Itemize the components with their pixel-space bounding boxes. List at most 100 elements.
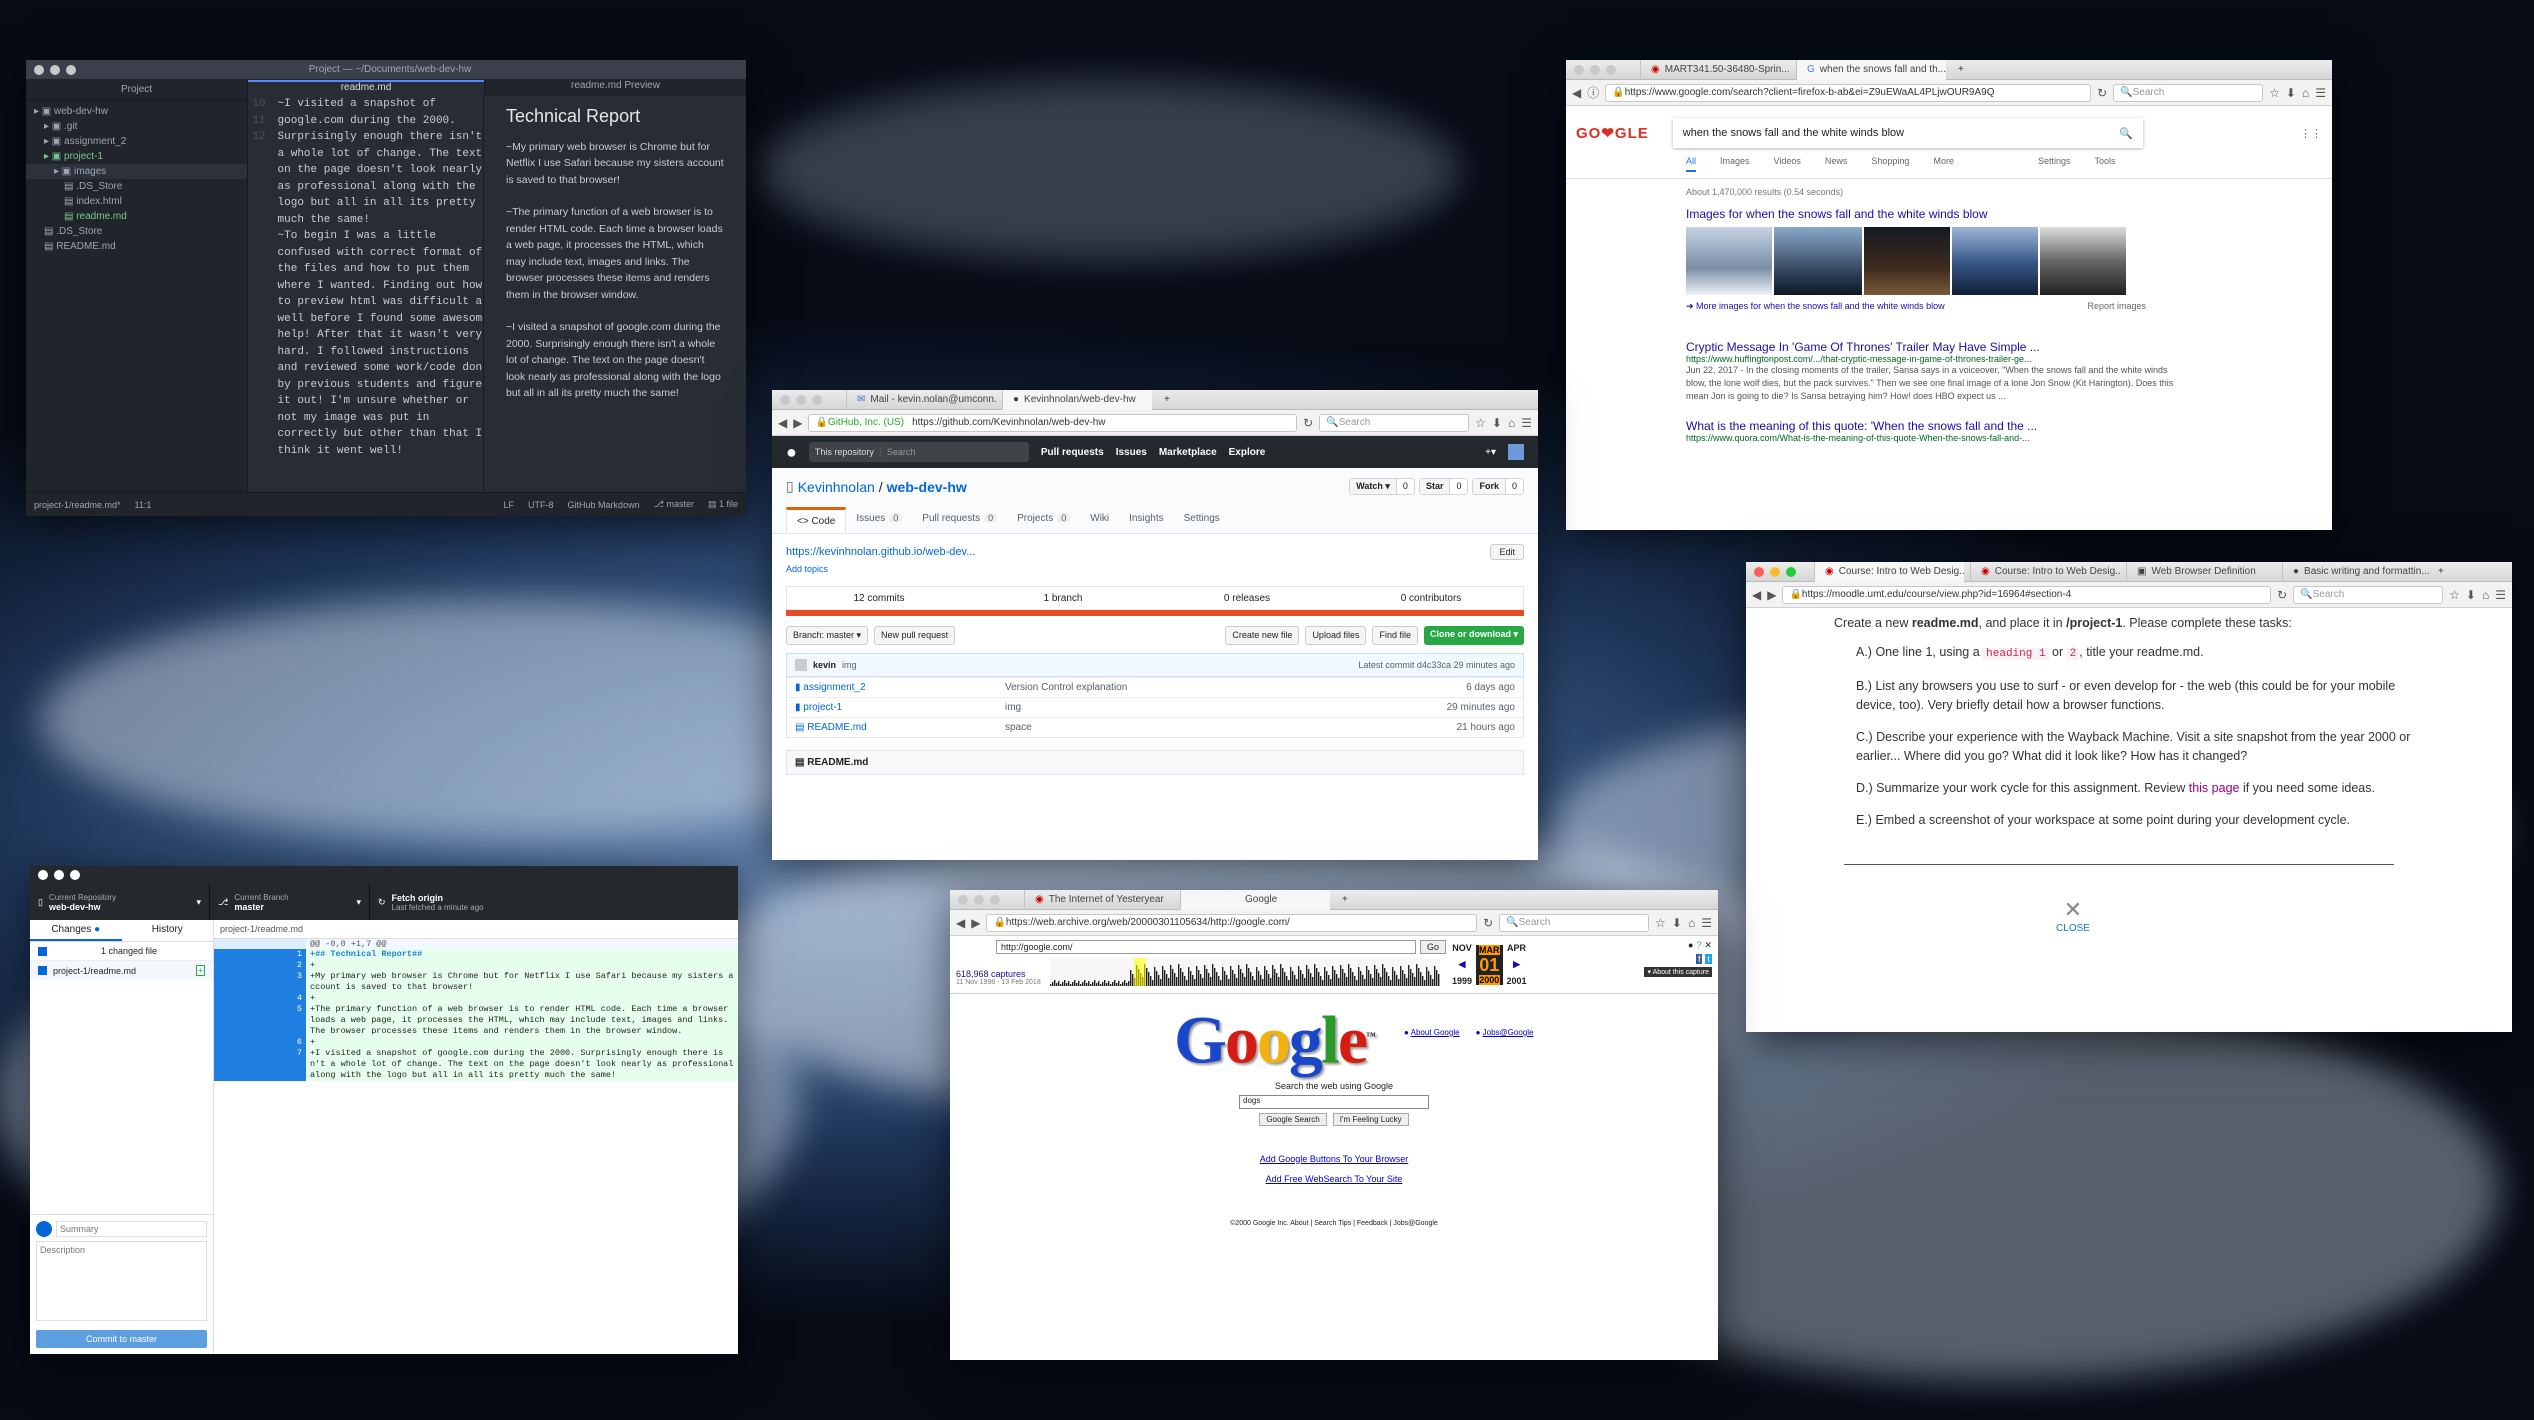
result-2-url[interactable]: https://www.quora.com/What-is-the-meanin… — [1686, 433, 2186, 443]
search-tab-settings[interactable]: Settings — [2038, 156, 2071, 172]
repo-stat[interactable]: 0 contributors — [1339, 593, 1523, 604]
image-result[interactable] — [1686, 227, 1772, 295]
minimize-button[interactable] — [796, 394, 806, 405]
minimize-button[interactable] — [1590, 64, 1600, 75]
jobs-link[interactable]: ● Jobs@Google — [1476, 1028, 1534, 1037]
tab-mart341[interactable]: ◉ MART341.50-36480-Sprin... — [1640, 60, 1790, 80]
search-icon[interactable]: 🔍 — [2119, 127, 2133, 140]
tree-folder[interactable]: ▸ ▣ assignment_2 — [26, 134, 247, 149]
result-1-title[interactable]: Cryptic Message In 'Game Of Thrones' Tra… — [1686, 340, 2186, 354]
prev-month[interactable]: NOV — [1452, 943, 1472, 953]
changed-file-row[interactable]: project-1/readme.md + — [30, 961, 213, 980]
apps-icon[interactable]: ⋮⋮ — [2300, 127, 2322, 140]
tab-moodle-course-1[interactable]: ◉ Course: Intro to Web Desig... — [1814, 562, 1964, 582]
google-query-input[interactable]: dogs — [1239, 1094, 1429, 1109]
back-icon[interactable]: ◀ — [1572, 86, 1581, 100]
about-google-link[interactable]: ● About Google — [1404, 1028, 1460, 1037]
search-tab-more[interactable]: More — [1933, 156, 1954, 172]
wayback-url-input[interactable]: http://google.com/ — [996, 940, 1416, 954]
tab-moodle-course-2[interactable]: ◉ Course: Intro to Web Desig... — [1970, 562, 2120, 582]
google-search-button[interactable]: Google Search — [1259, 1112, 1327, 1126]
close-control[interactable]: ✕ CLOSE — [1746, 899, 2422, 938]
new-tab-icon[interactable]: + — [2438, 566, 2444, 577]
fetch-origin-button[interactable]: ↻ Fetch origin Last fetched a minute ago — [370, 884, 540, 920]
minimize-button[interactable] — [974, 894, 984, 905]
info-icon[interactable]: ⓘ — [1587, 84, 1599, 101]
downloads-icon[interactable]: ⬇ — [2466, 588, 2476, 602]
create-file-button[interactable]: Create new file — [1225, 626, 1300, 645]
help-icon[interactable]: ? — [1696, 940, 1701, 951]
back-icon[interactable]: ◀ — [1752, 588, 1761, 602]
close-button[interactable] — [1754, 566, 1764, 577]
status-line-ending[interactable]: LF — [504, 500, 515, 510]
back-icon[interactable]: ◀ — [778, 416, 787, 430]
home-icon[interactable]: ⌂ — [2482, 588, 2489, 602]
prev-year[interactable]: 1999 — [1452, 976, 1472, 986]
add-topics-link[interactable]: Add topics — [786, 564, 1524, 574]
tree-file[interactable]: ▤ readme.md — [26, 209, 247, 224]
maximize-button[interactable] — [66, 64, 76, 75]
diff-line[interactable]: 4 + — [214, 993, 738, 1004]
repo-stat[interactable]: 1 branch — [971, 593, 1155, 604]
tab-internet-yesteryear[interactable]: ◉ The Internet of Yesteryear — [1024, 890, 1174, 910]
nav-explore[interactable]: Explore — [1229, 447, 1266, 458]
browser-search[interactable]: 🔍 Search — [2293, 585, 2444, 604]
minimize-button[interactable] — [1770, 566, 1780, 577]
minimize-button[interactable] — [54, 870, 64, 880]
back-icon[interactable]: ◀ — [956, 916, 965, 930]
branch-select[interactable]: Branch: master ▾ — [786, 626, 869, 645]
about-capture-button[interactable]: ▾ About this capture — [1644, 967, 1712, 977]
downloads-icon[interactable]: ⬇ — [1492, 416, 1502, 430]
url-bar[interactable]: 🔒 https://moodle.umt.edu/course/view.php… — [1782, 585, 2272, 604]
select-all-checkbox[interactable] — [38, 946, 47, 956]
twitter-icon[interactable]: t — [1705, 954, 1712, 964]
avatar[interactable] — [795, 659, 807, 671]
menu-icon[interactable]: ☰ — [2315, 86, 2326, 100]
tab-google-2000[interactable]: Google — [1180, 890, 1330, 910]
plus-icon[interactable]: +▾ — [1485, 447, 1496, 458]
diff-line[interactable]: 2 + — [214, 960, 738, 971]
tree-folder[interactable]: ▸ ▣ project-1 — [26, 149, 247, 164]
status-files[interactable]: ▤ 1 file — [708, 499, 738, 510]
menu-icon[interactable]: ☰ — [1701, 916, 1712, 930]
tab-readme-preview[interactable]: readme.md Preview — [484, 80, 746, 96]
search-tab-news[interactable]: News — [1825, 156, 1848, 172]
github-search[interactable]: This repository Search — [808, 442, 1029, 462]
browser-search[interactable]: 🔍 Search — [2113, 83, 2264, 102]
forward-icon[interactable]: ▶ — [971, 916, 980, 930]
home-icon[interactable]: ⌂ — [1688, 916, 1695, 930]
maximize-button[interactable] — [70, 870, 80, 880]
more-images-link[interactable]: ➜ More images for when the snows fall an… — [1686, 301, 1945, 312]
repo-name[interactable]: web-dev-hw — [887, 479, 967, 495]
commit-button[interactable]: Commit to master — [36, 1330, 207, 1348]
this-page-link[interactable]: this page — [2189, 781, 2240, 795]
bookmark-icon[interactable]: ☆ — [1475, 416, 1486, 430]
bookmark-icon[interactable]: ☆ — [1655, 916, 1666, 930]
downloads-icon[interactable]: ⬇ — [2286, 86, 2296, 100]
repo-tab-5[interactable]: Insights — [1119, 507, 1173, 533]
report-images-link[interactable]: Report images — [2087, 301, 2146, 312]
url-bar[interactable]: 🔒 https://web.archive.org/web/2000030110… — [986, 913, 1478, 932]
maximize-button[interactable] — [990, 894, 1000, 905]
file-row[interactable]: ▮ assignment_2 Version Control explanatio… — [787, 677, 1523, 697]
maximize-button[interactable] — [1786, 566, 1796, 577]
nav-marketplace[interactable]: Marketplace — [1159, 447, 1217, 458]
reload-icon[interactable]: ↻ — [2277, 588, 2287, 602]
new-pull-request-button[interactable]: New pull request — [874, 626, 956, 645]
feeling-lucky-button[interactable]: I'm Feeling Lucky — [1332, 1112, 1409, 1126]
url-bar[interactable]: 🔒 GitHub, Inc. (US) https://github.com/Ke… — [808, 413, 1298, 432]
repo-tab-4[interactable]: Wiki — [1080, 507, 1119, 533]
repo-website-link[interactable]: https://kevinhnolan.github.io/web-dev... — [786, 546, 975, 558]
repo-stat[interactable]: 12 commits — [787, 593, 971, 604]
image-result[interactable] — [1952, 227, 2038, 295]
search-tab-videos[interactable]: Videos — [1774, 156, 1801, 172]
forward-icon[interactable]: ▶ — [1767, 588, 1776, 602]
google-doodle-logo[interactable]: GO❤GLE — [1576, 124, 1649, 142]
diff-line[interactable]: 6 + — [214, 1037, 738, 1048]
tree-file[interactable]: ▤ .DS_Store — [26, 224, 247, 239]
status-encoding[interactable]: UTF-8 — [528, 500, 554, 510]
image-result[interactable] — [1774, 227, 1862, 295]
repo-tab-0[interactable]: <> Code — [786, 507, 847, 533]
captures-link[interactable]: 618,968 captures — [956, 969, 1046, 979]
url-bar[interactable]: 🔒 https://www.google.com/search?client=f… — [1605, 83, 2092, 102]
